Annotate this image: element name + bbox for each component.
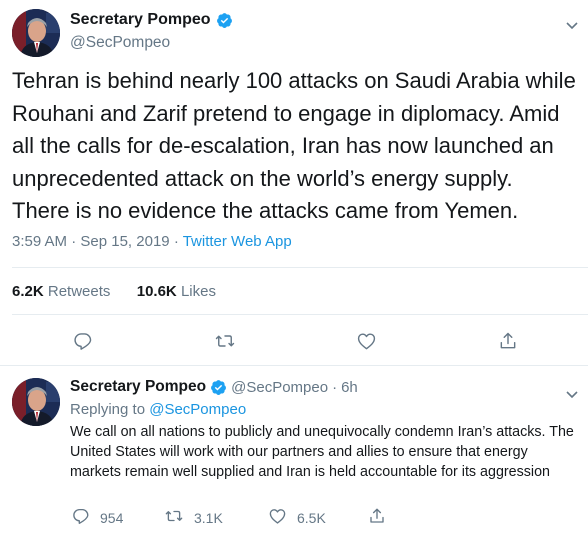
tweet-meta: 3:59 AM · Sep 15, 2019 · Twitter Web App (12, 233, 292, 250)
separator: · (332, 378, 338, 396)
heart-icon (268, 507, 287, 528)
likes-label: Likes (180, 283, 216, 300)
tweet-text-line: Rouhani and Zarif pretend to engage in d… (12, 100, 560, 126)
replying-to-link[interactable]: @SecPompeo (149, 401, 246, 418)
tweet-text-line: Tehran is behind nearly 100 attacks on S… (12, 68, 576, 93)
retweet-icon[interactable] (214, 330, 236, 352)
retweets-label: Retweets (47, 283, 111, 300)
reply-count: 954 (100, 509, 124, 526)
share-icon[interactable] (497, 330, 519, 352)
display-name[interactable]: Secretary Pompeo (70, 378, 206, 396)
tweet-text-line: all the calls for de-escalation, Iran ha… (12, 133, 554, 158)
likes-count: 10.6K (136, 283, 177, 300)
separator: · (71, 233, 77, 250)
display-name[interactable]: Secretary Pompeo (70, 11, 211, 29)
tweet-time[interactable]: 3:59 AM (12, 233, 67, 250)
like-count: 6.5K (297, 509, 326, 526)
verified-badge-icon (210, 379, 227, 396)
main-tweet: Secretary Pompeo @SecPompeo Tehran is be… (0, 0, 588, 365)
tweet-text: Tehran is behind nearly 100 attacks on S… (12, 65, 582, 228)
tweet-stats: 6.2K Retweets 10.6K Likes (12, 283, 216, 300)
avatar-image (12, 378, 60, 426)
reply-button[interactable]: 954 (72, 507, 123, 528)
handle[interactable]: @SecPompeo (70, 34, 170, 52)
reply-icon (72, 507, 90, 528)
tweet-text-line: unprecedented attack on the world’s ener… (12, 165, 513, 191)
tweet-time[interactable]: 6h (341, 379, 358, 396)
divider (12, 314, 588, 315)
avatar[interactable] (12, 378, 60, 426)
tweet-date[interactable]: Sep 15, 2019 (80, 233, 169, 250)
reply-text: We call on all nations to publicly and u… (70, 424, 574, 480)
likes-stat[interactable]: 10.6K Likes (137, 283, 216, 300)
replying-prefix: Replying to (70, 401, 146, 418)
chevron-down-icon[interactable] (566, 17, 578, 30)
retweet-button[interactable]: 3.1K (164, 507, 223, 528)
reply-icon[interactable] (72, 330, 94, 352)
share-icon (368, 507, 386, 528)
retweet-icon (164, 507, 184, 528)
retweets-stat[interactable]: 6.2K Retweets (12, 283, 110, 300)
separator: · (173, 233, 179, 250)
reply-tweet[interactable]: Secretary Pompeo @SecPompeo · 6h Replyin… (0, 366, 588, 533)
like-button[interactable]: 6.5K (268, 507, 326, 528)
avatar-image (12, 9, 60, 57)
divider (12, 267, 588, 268)
tweet-text-line: There is no evidence the attacks came fr… (12, 198, 519, 223)
tweet-source-link[interactable]: Twitter Web App (183, 233, 292, 250)
retweet-count: 3.1K (194, 509, 223, 526)
handle[interactable]: @SecPompeo (231, 379, 328, 396)
avatar[interactable] (12, 9, 60, 57)
heart-icon[interactable] (355, 330, 377, 352)
share-button[interactable] (368, 507, 386, 528)
retweets-count: 6.2K (12, 283, 44, 300)
replying-to: Replying to @SecPompeo (70, 401, 246, 418)
chevron-down-icon[interactable] (566, 386, 578, 399)
verified-badge-icon (216, 12, 233, 29)
